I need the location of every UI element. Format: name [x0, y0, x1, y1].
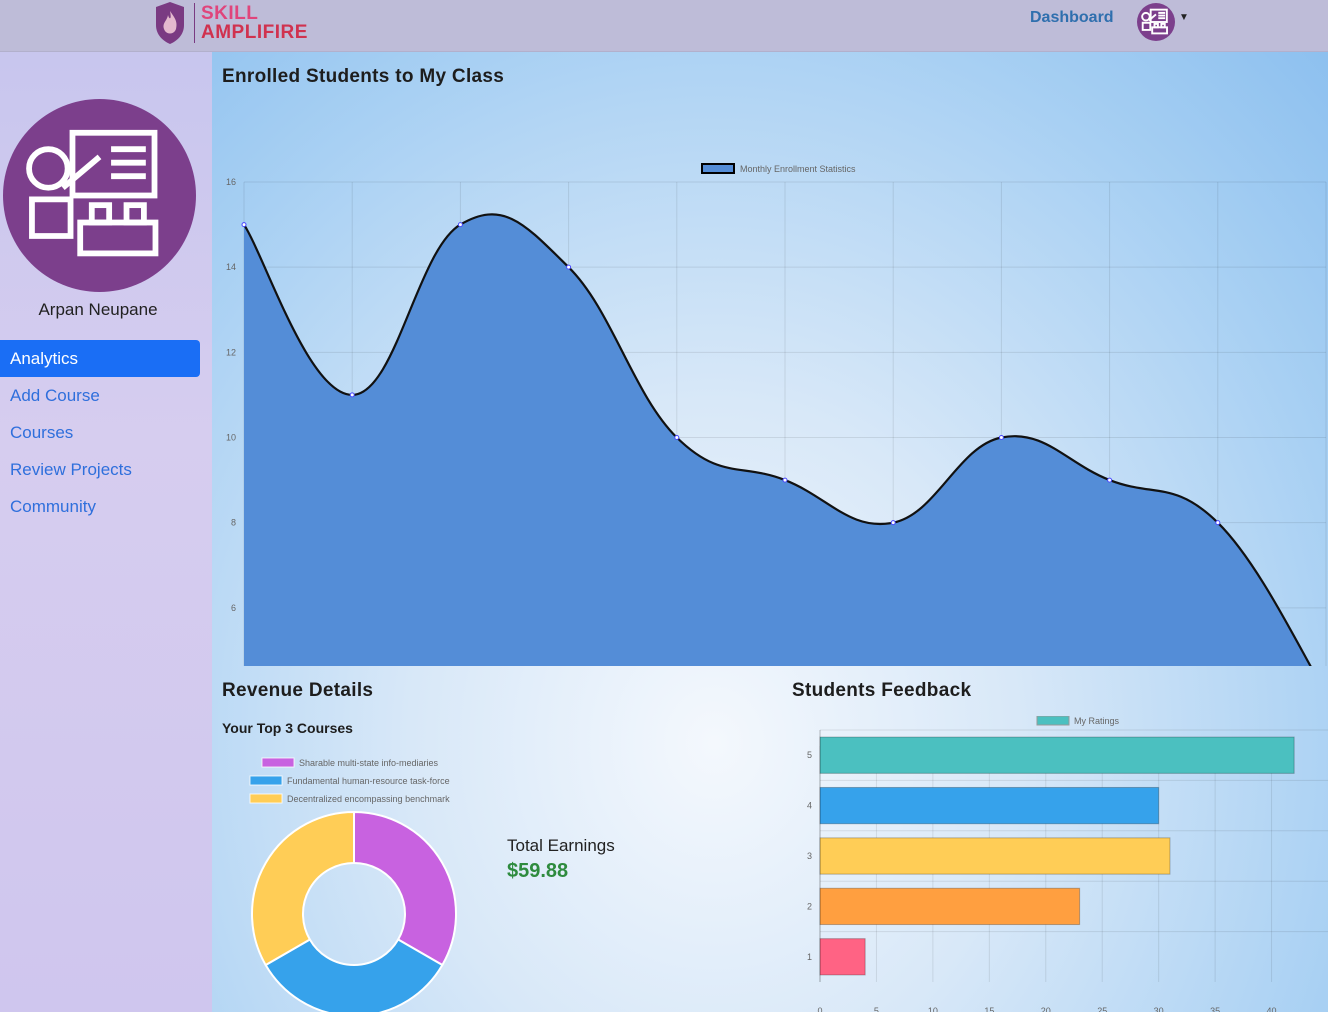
legend-swatch	[701, 163, 735, 174]
top-courses-label: Your Top 3 Courses	[222, 720, 353, 736]
data-point	[1107, 477, 1113, 483]
earnings-label: Total Earnings	[507, 836, 615, 855]
data-point	[457, 222, 463, 228]
rating-bar	[819, 938, 866, 976]
y-tick-label: 4	[807, 801, 812, 811]
dashboard-link[interactable]: Dashboard	[1030, 9, 1114, 27]
legend-label: Monthly Enrollment Statistics	[740, 164, 856, 174]
legend-label: My Ratings	[1074, 716, 1120, 726]
y-tick-label: 12	[226, 347, 236, 357]
brand-line2: AMPLIFIRE	[201, 22, 308, 43]
x-tick-label: 0	[817, 1006, 822, 1012]
x-tick-label: 35	[1210, 1006, 1220, 1012]
sidebar-menu: Analytics Add Course Courses Review Proj…	[0, 340, 200, 525]
brand-logo[interactable]: SKILL AMPLIFIRE	[152, 0, 308, 46]
enrollment-title: Enrolled Students to My Class	[222, 66, 505, 87]
main-content: Enrolled Students to My Class Monthly En…	[212, 52, 1328, 1012]
sidebar-item-review-projects[interactable]: Review Projects	[0, 451, 200, 488]
data-point	[349, 392, 355, 398]
sidebar-item-analytics[interactable]: Analytics	[0, 340, 200, 377]
teacher-icon	[1141, 8, 1168, 35]
rating-bar	[819, 837, 1171, 875]
brand-line1: SKILL	[201, 3, 259, 24]
x-tick-label: 15	[984, 1006, 994, 1012]
x-tick-label: 40	[1267, 1006, 1277, 1012]
rating-bar	[819, 786, 1160, 825]
data-point	[241, 222, 247, 228]
donut-slice	[353, 810, 457, 967]
x-tick-label: 10	[928, 1006, 938, 1012]
sidebar-item-add-course[interactable]: Add Course	[0, 377, 200, 414]
rating-bar	[819, 736, 1295, 774]
legend-label: Fundamental human-resource task-force	[287, 776, 450, 786]
donut-slice	[251, 810, 355, 967]
y-tick-label: 14	[226, 262, 236, 272]
data-point	[674, 435, 680, 440]
ratings-chart: My Ratings051015202530354054321Number of…	[807, 716, 1328, 1012]
y-tick-label: 6	[231, 603, 236, 613]
earnings-value: $59.88	[507, 860, 569, 882]
x-tick-label: 30	[1154, 1006, 1164, 1012]
legend-label: Decentralized encompassing benchmark	[287, 794, 450, 804]
data-point	[890, 520, 896, 526]
feedback-title: Students Feedback	[792, 680, 972, 701]
y-tick-label: 8	[231, 518, 236, 528]
legend-swatch	[1036, 716, 1070, 726]
legend-swatch	[249, 775, 283, 786]
logo-divider	[194, 3, 195, 43]
legend-label: Sharable multi-state info-mediaries	[299, 758, 439, 768]
y-tick-label: 3	[807, 851, 812, 861]
data-point	[998, 435, 1004, 440]
teacher-icon	[26, 129, 159, 257]
data-point	[1215, 520, 1221, 526]
data-point	[566, 264, 572, 270]
y-tick-label: 10	[226, 433, 236, 443]
y-tick-label: 5	[807, 750, 812, 760]
profile-avatar	[3, 99, 196, 292]
flame-shield-icon	[152, 1, 188, 45]
sidebar-item-courses[interactable]: Courses	[0, 414, 200, 451]
data-point	[782, 477, 788, 483]
sidebar: Arpan Neupane Analytics Add Course Cours…	[0, 52, 212, 1012]
top-navbar: SKILL AMPLIFIRE Dashboard ▼	[0, 0, 1328, 52]
revenue-title: Revenue Details	[222, 680, 374, 701]
rating-bar	[819, 887, 1081, 926]
y-tick-label: 16	[226, 177, 236, 187]
legend-swatch	[261, 757, 295, 768]
top-courses-chart: Sharable multi-state info-mediaries Funda…	[249, 757, 457, 1012]
y-tick-label: 1	[807, 952, 812, 962]
chevron-down-icon[interactable]: ▼	[1179, 12, 1189, 23]
y-tick-label: 2	[807, 901, 812, 911]
user-avatar-button[interactable]	[1137, 3, 1175, 41]
enrollment-chart: Monthly Enrollment Statistics46810121416…	[226, 163, 1327, 666]
sidebar-item-community[interactable]: Community	[0, 488, 200, 525]
x-tick-label: 5	[874, 1006, 879, 1012]
legend-swatch	[249, 793, 283, 804]
brand-name: SKILL AMPLIFIRE	[201, 4, 308, 42]
profile-username: Arpan Neupane	[38, 300, 158, 319]
